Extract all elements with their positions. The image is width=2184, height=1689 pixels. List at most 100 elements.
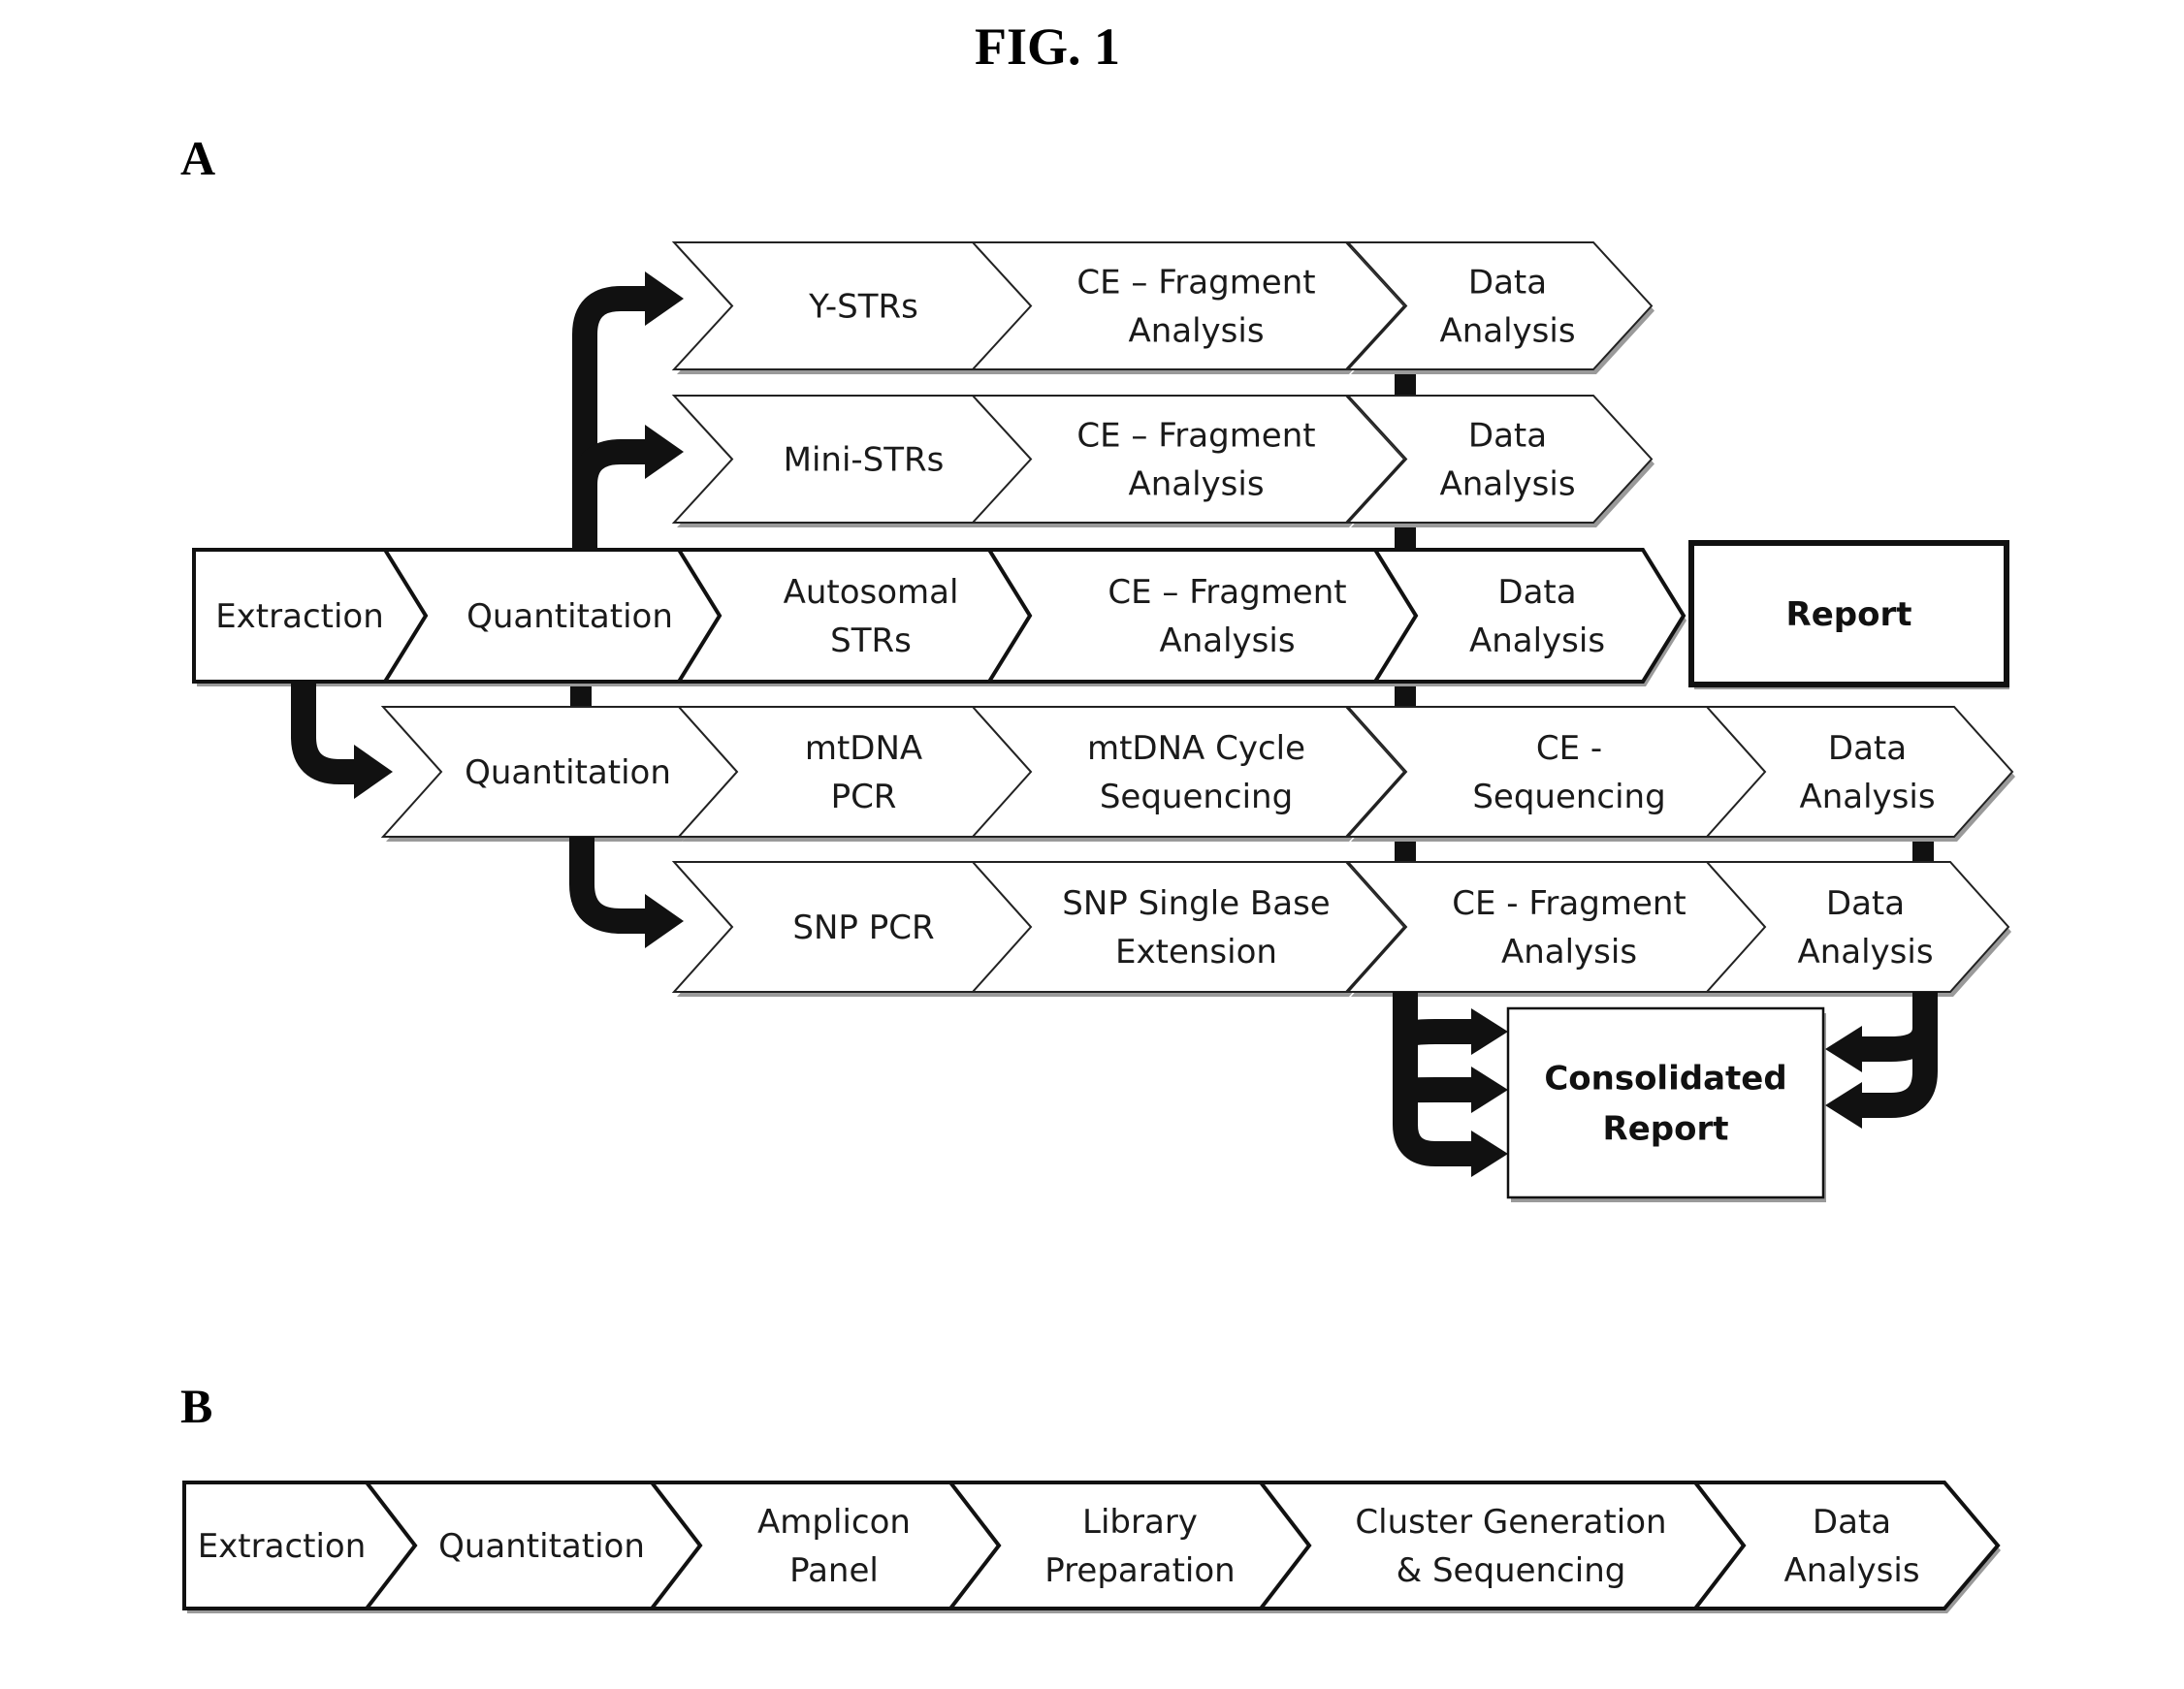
step-quantitation: Quantitation bbox=[380, 706, 740, 842]
step-label: Analysis bbox=[1439, 312, 1575, 351]
step-ce-sequencing: CE - Sequencing bbox=[1345, 706, 1778, 842]
box-label: Report bbox=[1786, 595, 1912, 634]
step-data-analysis: Data Analysis bbox=[1371, 548, 1686, 686]
row-snp: SNP PCR SNP Single Base Extension CE - Frag… bbox=[671, 861, 2011, 997]
step-snp-single-base-extension: SNP Single Base Extension bbox=[970, 861, 1407, 997]
figure-canvas: FIG. 1 A B Y-STRsCE – FragmentAnalysisDa… bbox=[180, 17, 2015, 1613]
row-y-strs: Y-STRs CE – Fragment Analysis Data Analysis bbox=[671, 241, 1654, 374]
box-frame bbox=[1506, 1006, 1825, 1199]
step-label: Mini-STRs bbox=[784, 441, 945, 480]
step-label: Autosomal bbox=[784, 573, 959, 612]
row-mini-strs: Mini-STRs CE – Fragment Analysis Data Analys… bbox=[671, 395, 1654, 527]
step-shape bbox=[970, 706, 1406, 838]
arrow-shaft bbox=[291, 682, 357, 784]
b-step-quantitation: Quantitation bbox=[362, 1481, 709, 1613]
step-shape bbox=[1345, 706, 1777, 838]
step-label: Extraction bbox=[198, 1527, 367, 1566]
step-shape bbox=[985, 548, 1453, 684]
step-label: Quantitation bbox=[465, 753, 671, 792]
step-shape bbox=[970, 861, 1406, 993]
step-label: SNP PCR bbox=[792, 908, 934, 947]
arrow-to-mtdna-quantitation bbox=[291, 682, 393, 799]
step-label: Quantitation bbox=[466, 597, 673, 636]
consolidated-report-box: Consolidated Report bbox=[1506, 1006, 1826, 1202]
box-label: Report bbox=[1603, 1110, 1729, 1149]
arrow-head bbox=[1471, 1067, 1508, 1113]
arrow-shaft bbox=[1393, 992, 1474, 1166]
step-label: STRs bbox=[830, 621, 912, 660]
step-label: Data bbox=[1826, 884, 1905, 923]
step-label: Y-STRs bbox=[808, 288, 918, 327]
arrow-to-mini-strs bbox=[572, 425, 684, 550]
step-label: Analysis bbox=[1159, 621, 1295, 660]
step-label: Analysis bbox=[1469, 621, 1605, 660]
step-label: Data bbox=[1468, 417, 1547, 456]
step-label: Analysis bbox=[1501, 933, 1637, 972]
arrow-head bbox=[1471, 1131, 1508, 1177]
panel-a-label: A bbox=[180, 131, 215, 185]
figure-title: FIG. 1 bbox=[975, 17, 1120, 76]
step-shape bbox=[675, 548, 1050, 684]
step-label: Preparation bbox=[1044, 1551, 1235, 1590]
row-main: Extraction Quantitation Autosomal STRs CE – … bbox=[192, 540, 2009, 689]
arrow-shaft bbox=[572, 439, 648, 550]
step-label: Data bbox=[1813, 1503, 1891, 1542]
step-label: Analysis bbox=[1783, 1551, 1919, 1590]
step-label: CE - Fragment bbox=[1452, 884, 1686, 923]
box-label: Consolidated bbox=[1544, 1060, 1786, 1099]
step-label: Extension bbox=[1115, 933, 1277, 972]
arrow-head bbox=[1825, 1082, 1862, 1129]
panel-b-label: B bbox=[180, 1379, 212, 1433]
step-ce-fragment-analysis: CE - Fragment Analysis bbox=[1345, 861, 1778, 997]
step-label: Data bbox=[1497, 573, 1576, 612]
step-label: CE - bbox=[1536, 729, 1602, 768]
arrow-merge-2 bbox=[1393, 992, 1508, 1113]
step-label: Analysis bbox=[1128, 465, 1264, 504]
step-label: Analysis bbox=[1439, 465, 1575, 504]
row-mtdna: Quantitation mtDNA PCR mtDNA Cycle Sequencin… bbox=[380, 706, 2015, 842]
step-label: Data bbox=[1468, 264, 1547, 303]
arrow-head bbox=[354, 745, 393, 799]
arrow-head bbox=[1825, 1026, 1862, 1072]
step-label: Amplicon bbox=[757, 1503, 911, 1542]
panel-b-row: Extraction Quantitation Amplicon Panel Libra… bbox=[182, 1481, 2001, 1613]
arrow-merge-1 bbox=[1393, 992, 1508, 1055]
step-label: SNP Single Base bbox=[1062, 884, 1330, 923]
arrow-head bbox=[1471, 1008, 1508, 1055]
b-step-data-analysis: Data Analysis bbox=[1690, 1481, 2001, 1613]
step-label: Analysis bbox=[1799, 778, 1935, 816]
step-label: Analysis bbox=[1128, 312, 1264, 351]
b-step-library-preparation: Library Preparation bbox=[946, 1481, 1322, 1613]
b-step-amplicon-panel: Amplicon Panel bbox=[647, 1481, 1009, 1613]
report-box: Report bbox=[1688, 540, 2009, 689]
step-ce-fragment-analysis: CE – Fragment Analysis bbox=[970, 241, 1407, 374]
step-label: Data bbox=[1828, 729, 1907, 768]
step-label: CE – Fragment bbox=[1076, 417, 1315, 456]
arrow-head bbox=[645, 271, 684, 326]
arrow-head bbox=[645, 425, 684, 479]
step-label: Sequencing bbox=[1472, 778, 1665, 816]
b-step-cluster-generation-sequencing: Cluster Generation & Sequencing bbox=[1256, 1481, 1753, 1613]
step-label: Library bbox=[1082, 1503, 1198, 1542]
arrow-shaft bbox=[569, 837, 648, 934]
step-label: mtDNA Cycle bbox=[1087, 729, 1305, 768]
step-label: Analysis bbox=[1797, 933, 1933, 972]
step-label: Sequencing bbox=[1100, 778, 1293, 816]
step-label: CE – Fragment bbox=[1076, 264, 1315, 303]
arrow-head bbox=[645, 894, 684, 948]
step-label: Quantitation bbox=[438, 1527, 645, 1566]
step-label: Extraction bbox=[215, 597, 384, 636]
panel-a-rows: Y-STRsCE – FragmentAnalysisDataAnalysisM… bbox=[192, 241, 2015, 1202]
arrow-to-y-strs bbox=[572, 271, 684, 550]
arrow-to-snp-pcr bbox=[569, 837, 684, 948]
step-label: Cluster Generation bbox=[1355, 1503, 1666, 1542]
step-ce-fragment-analysis: CE – Fragment Analysis bbox=[970, 395, 1407, 527]
step-mtdna-cycle-sequencing: mtDNA Cycle Sequencing bbox=[970, 706, 1407, 842]
step-shape bbox=[1371, 548, 1686, 684]
step-label: mtDNA bbox=[805, 729, 922, 768]
step-shape bbox=[1345, 861, 1777, 993]
step-label: Panel bbox=[789, 1551, 879, 1590]
step-label: PCR bbox=[831, 778, 897, 816]
step-label: & Sequencing bbox=[1397, 1551, 1626, 1590]
arrow-merge-right-1 bbox=[1825, 992, 1938, 1072]
